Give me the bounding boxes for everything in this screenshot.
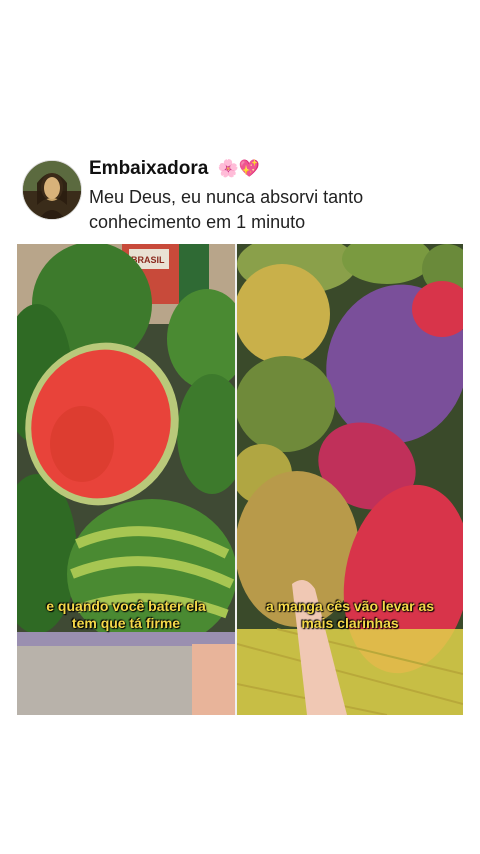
mango-image [237, 244, 463, 715]
watermelon-panel: BRASIL e quando você bater ela tem que t… [17, 244, 235, 715]
left-subtitle: e quando você bater ela tem que tá firme [17, 598, 235, 632]
avatar-image [23, 161, 81, 219]
watermelon-image: BRASIL [17, 244, 235, 715]
avatar[interactable] [22, 160, 82, 220]
video-media[interactable]: BRASIL e quando você bater ela tem que t… [17, 244, 463, 715]
right-subtitle: a manga cês vão levar as mais clarinhas [237, 598, 463, 632]
author-name-text: Embaixadora [89, 158, 209, 179]
caption-line-1: Meu Deus, eu nunca absorvi tanto [89, 187, 364, 207]
left-subtitle-line-1: e quando você bater ela [46, 598, 206, 614]
right-subtitle-line-2: mais clarinhas [301, 615, 399, 631]
caption-line-2: conhecimento em 1 minuto [89, 212, 306, 232]
left-subtitle-line-2: tem que tá firme [71, 615, 181, 631]
mango-panel: a manga cês vão levar as mais clarinhas [237, 244, 463, 715]
post-header: Embaixadora 🌸💖 Meu Deus, eu nunca absorv… [22, 158, 462, 238]
author-name[interactable]: Embaixadora 🌸💖 [89, 158, 260, 180]
right-subtitle-line-1: a manga cês vão levar as [265, 598, 435, 614]
author-emojis: 🌸💖 [217, 159, 260, 178]
post-caption: Meu Deus, eu nunca absorvi tanto conheci… [89, 185, 449, 235]
